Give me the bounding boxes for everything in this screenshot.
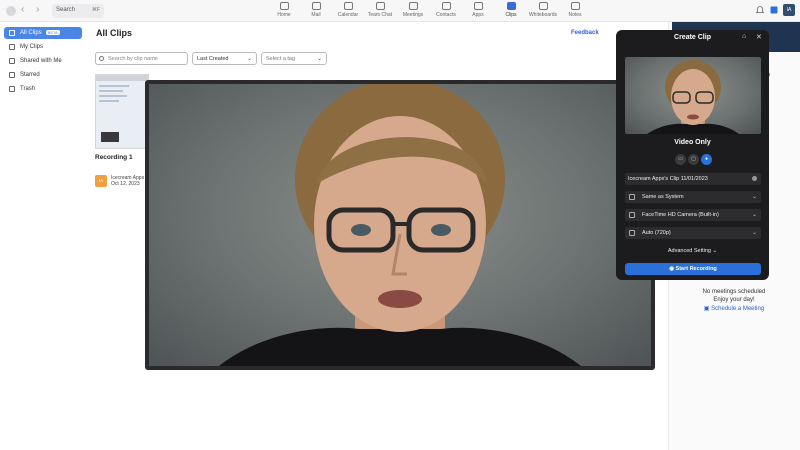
camera-preview-small [625, 57, 761, 134]
page-title: All Clips [96, 28, 133, 38]
calendar-icon [343, 2, 353, 10]
nav-meetings[interactable]: Meetings [396, 2, 430, 18]
video-icon [408, 2, 418, 10]
nav-whiteboards[interactable]: Whiteboards [526, 2, 560, 18]
sidebar-item-starred[interactable]: Starred [4, 69, 82, 81]
panel-toggle-icon[interactable] [769, 5, 779, 15]
sort-dropdown[interactable]: Last Created ⌄ [192, 52, 257, 65]
star-icon [9, 72, 15, 78]
clear-icon[interactable] [752, 176, 757, 181]
screen-only-mode-icon[interactable]: ▢ [688, 154, 699, 165]
folder-icon [9, 44, 15, 50]
owner-avatar: IA [95, 175, 107, 187]
close-icon[interactable]: ✕ [756, 33, 762, 41]
resolution-icon [629, 230, 635, 236]
microphone-icon [629, 194, 635, 200]
screen-camera-mode-icon[interactable]: ▭ [675, 154, 686, 165]
apps-icon [473, 2, 483, 10]
audio-source-select[interactable]: Same as System ⌄ [625, 191, 761, 203]
chevron-down-icon: ⌄ [316, 56, 322, 62]
sidebar-item-shared[interactable]: Shared with Me [4, 55, 82, 67]
back-arrow-icon[interactable]: ‹ [21, 4, 24, 15]
nav-notes[interactable]: Notes [558, 2, 592, 18]
person-thumbnail [647, 60, 739, 134]
chevron-down-icon: ⌄ [751, 194, 757, 200]
sidebar-item-trash[interactable]: Trash [4, 83, 82, 95]
search-shortcut: ⌘F [91, 7, 100, 13]
clips-icon [506, 2, 516, 10]
home-icon[interactable]: ⌂ [742, 33, 746, 40]
bell-icon[interactable] [755, 5, 765, 15]
sidebar-item-all-clips[interactable]: All Clips BETA [4, 27, 82, 39]
clips-icon [9, 30, 15, 36]
advanced-setting-toggle[interactable]: Advanced Setting ⌄ [616, 248, 769, 254]
nav-home[interactable]: Home [267, 2, 301, 18]
chevron-down-icon: ⌄ [712, 248, 718, 254]
top-bar: ‹ › Search ⌘F Home Mail Calendar Team Ch… [0, 0, 800, 22]
beta-badge: BETA [45, 30, 60, 35]
nav-contacts[interactable]: Contacts [429, 2, 463, 18]
camera-preview-large[interactable] [145, 80, 655, 370]
start-recording-button[interactable]: ◉ Start Recording [625, 263, 761, 275]
mail-icon [311, 2, 321, 10]
search-icon [99, 56, 104, 61]
tag-dropdown[interactable]: Select a tag ⌄ [261, 52, 327, 65]
clip-name-input[interactable]: Icecream Apps's Clip 11/01/2023 [625, 173, 761, 185]
shared-icon [9, 58, 15, 64]
clip-search-input[interactable]: Search by clip name [95, 52, 188, 65]
nav-apps[interactable]: Apps [461, 2, 495, 18]
person-video-feed [219, 84, 581, 366]
camera-select[interactable]: FaceTime HD Camera (Built-in) ⌄ [625, 209, 761, 221]
chevron-down-icon: ⌄ [751, 230, 757, 236]
chevron-down-icon: ⌄ [751, 212, 757, 218]
enjoy-text: Enjoy your day! [713, 297, 755, 303]
quality-select[interactable]: Auto (720p) ⌄ [625, 227, 761, 239]
whiteboard-icon [538, 2, 548, 10]
clip-date: Oct 12, 2023 [111, 181, 140, 187]
nav-clips[interactable]: Clips [494, 2, 528, 18]
contacts-icon [441, 2, 451, 10]
search-placeholder: Search [56, 7, 76, 13]
nav-calendar[interactable]: Calendar [331, 2, 365, 18]
no-meetings-text: No meetings scheduled [702, 289, 766, 295]
window-control-close[interactable] [6, 6, 16, 16]
sidebar-item-my-clips[interactable]: My Clips [4, 41, 82, 53]
sidebar: All Clips BETA My Clips Shared with Me St… [0, 22, 88, 450]
avatar[interactable]: IA [783, 4, 795, 16]
clip-thumbnail[interactable] [95, 74, 149, 149]
create-clip-panel: Create Clip ⌂ ✕ Video Only ▭ ▢ ● Icecrea… [616, 30, 769, 280]
forward-arrow-icon[interactable]: › [36, 4, 39, 15]
mode-label: Video Only [674, 139, 711, 146]
home-icon [279, 2, 289, 10]
camera-only-mode-icon[interactable]: ● [701, 154, 712, 165]
trash-icon [9, 86, 15, 92]
clip-title[interactable]: Recording 1 [95, 154, 133, 161]
camera-icon [629, 212, 635, 218]
notes-icon [570, 2, 580, 10]
schedule-meeting-link[interactable]: ▣ Schedule a Meeting [668, 305, 800, 312]
global-search-input[interactable]: Search ⌘F [52, 4, 104, 18]
chat-icon [375, 2, 385, 10]
chevron-down-icon: ⌄ [246, 56, 252, 62]
nav-team-chat[interactable]: Team Chat [363, 2, 397, 18]
nav-mail[interactable]: Mail [299, 2, 333, 18]
feedback-link[interactable]: Feedback [571, 30, 599, 36]
